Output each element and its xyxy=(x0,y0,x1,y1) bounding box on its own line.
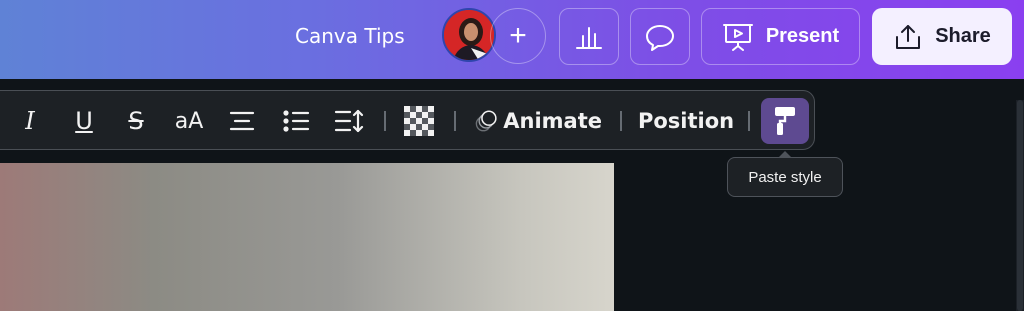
letter-case-button[interactable]: aA xyxy=(172,91,206,151)
toolbar-divider xyxy=(384,111,386,131)
paste-style-button[interactable] xyxy=(761,98,809,144)
paste-style-tooltip: Paste style xyxy=(727,151,843,197)
user-avatar[interactable] xyxy=(442,8,496,62)
present-button[interactable]: Present xyxy=(701,8,860,65)
animate-circles-icon xyxy=(475,110,497,132)
upload-icon xyxy=(896,24,921,49)
italic-label: I xyxy=(25,107,35,135)
scrollbar-thumb[interactable] xyxy=(1017,100,1023,311)
underline-label: U xyxy=(75,107,93,135)
avatar-image xyxy=(444,10,494,60)
share-label: Share xyxy=(935,25,991,47)
underline-button[interactable]: U xyxy=(68,91,100,151)
animate-button[interactable]: Animate xyxy=(475,91,602,151)
presentation-screen-icon xyxy=(722,23,753,51)
toolbar-divider xyxy=(454,111,456,131)
position-label: Position xyxy=(637,109,735,133)
align-center-icon xyxy=(229,111,255,131)
toolbar-divider xyxy=(748,111,750,131)
insights-button[interactable] xyxy=(559,8,619,65)
position-button[interactable]: Position xyxy=(637,91,735,151)
align-center-button[interactable] xyxy=(226,91,258,151)
strikethrough-label: S xyxy=(128,107,144,135)
plus-label: + xyxy=(509,19,527,52)
line-spacing-icon xyxy=(334,109,364,133)
top-bar: Canva Tips + Present Share xyxy=(0,0,1024,79)
tooltip-text: Paste style xyxy=(748,168,822,186)
comment-button[interactable] xyxy=(630,8,690,65)
present-label: Present xyxy=(765,25,840,47)
bar-chart-icon xyxy=(576,26,602,49)
transparency-button[interactable] xyxy=(403,91,435,151)
transparency-checker-icon xyxy=(404,106,434,136)
strikethrough-button[interactable]: S xyxy=(121,91,151,151)
italic-button[interactable]: I xyxy=(15,91,45,151)
line-spacing-button[interactable] xyxy=(332,91,366,151)
bullet-list-button[interactable] xyxy=(280,91,312,151)
toolbar-divider xyxy=(620,111,622,131)
bullet-list-icon xyxy=(283,110,310,132)
letter-case-label: aA xyxy=(174,108,204,134)
design-page-canvas[interactable] xyxy=(0,163,614,311)
share-button[interactable]: Share xyxy=(872,8,1012,65)
animate-label: Animate xyxy=(503,109,602,133)
speech-bubble-icon xyxy=(646,24,674,51)
paint-roller-icon xyxy=(775,107,795,135)
document-title[interactable]: Canva Tips xyxy=(295,24,405,48)
add-collaborator-button[interactable]: + xyxy=(490,8,546,64)
